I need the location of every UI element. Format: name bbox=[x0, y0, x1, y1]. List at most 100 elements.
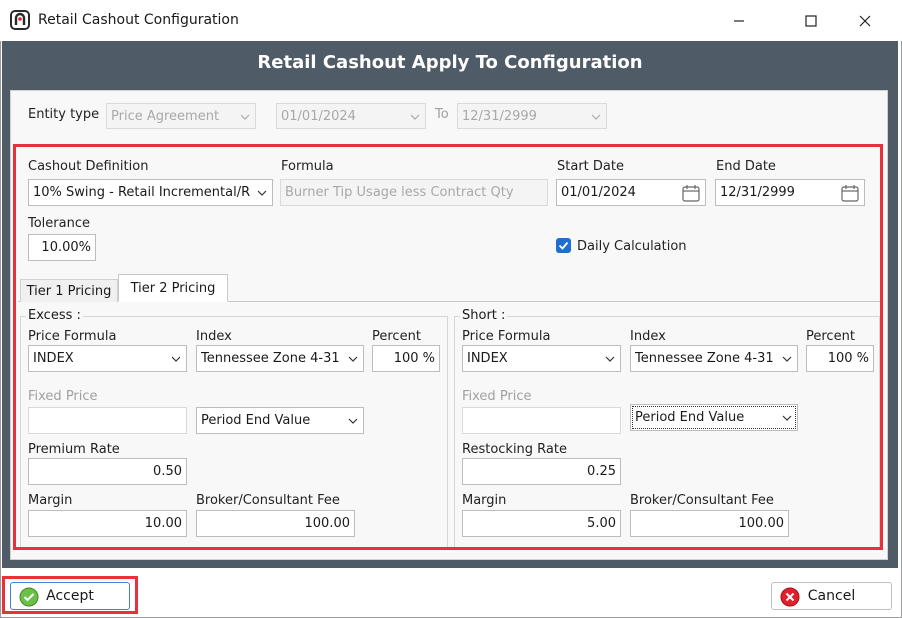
short-group-title: Short : bbox=[460, 308, 508, 323]
app-logo-icon bbox=[10, 10, 30, 30]
start-date-field[interactable]: 01/01/2024 bbox=[556, 179, 706, 206]
excess-percent-label: Percent bbox=[372, 329, 421, 344]
restocking-rate-value: 0.25 bbox=[587, 464, 616, 479]
entity-type-value: Price Agreement bbox=[111, 108, 220, 124]
short-fee-label: Broker/Consultant Fee bbox=[630, 493, 774, 508]
entity-from-date[interactable]: 01/01/2024 bbox=[276, 103, 426, 129]
premium-rate-field[interactable]: 0.50 bbox=[28, 458, 187, 485]
excess-index-value: Tennessee Zone 4-31 bbox=[201, 351, 340, 366]
formula-value: Burner Tip Usage less Contract Qty bbox=[285, 185, 514, 200]
excess-percent-field[interactable]: 100 % bbox=[372, 345, 440, 372]
excess-fixed-price-field bbox=[28, 407, 187, 434]
short-period-value: Period End Value bbox=[635, 410, 745, 425]
tolerance-field[interactable]: 10.00% bbox=[28, 234, 96, 261]
formula-field: Burner Tip Usage less Contract Qty bbox=[280, 179, 548, 206]
title-bar: Retail Cashout Configuration bbox=[0, 0, 902, 41]
short-price-formula-label: Price Formula bbox=[462, 329, 551, 344]
close-button[interactable] bbox=[842, 6, 888, 36]
short-price-formula-value: INDEX bbox=[467, 351, 508, 366]
entity-to-label: To bbox=[435, 107, 449, 122]
chevron-down-icon bbox=[348, 356, 358, 362]
cashout-definition-select[interactable]: 10% Swing - Retail Incremental/R bbox=[28, 179, 273, 206]
tolerance-value: 10.00% bbox=[41, 240, 91, 255]
short-index-select[interactable]: Tennessee Zone 4-31 bbox=[630, 345, 798, 372]
chevron-down-icon bbox=[257, 190, 267, 196]
excess-margin-label: Margin bbox=[28, 493, 73, 508]
excess-margin-value: 10.00 bbox=[144, 516, 182, 531]
close-icon bbox=[859, 15, 871, 27]
chevron-down-icon bbox=[410, 114, 420, 120]
chevron-down-icon bbox=[240, 114, 250, 120]
excess-price-formula-select[interactable]: INDEX bbox=[28, 345, 187, 372]
excess-fee-value: 100.00 bbox=[304, 516, 351, 531]
short-margin-value: 5.00 bbox=[587, 516, 616, 531]
button-bar bbox=[2, 568, 898, 616]
start-date-label: Start Date bbox=[557, 159, 624, 174]
excess-margin-field[interactable]: 10.00 bbox=[28, 510, 187, 537]
minimize-icon bbox=[734, 20, 744, 22]
cashout-definition-value: 10% Swing - Retail Incremental/R bbox=[33, 185, 251, 200]
excess-fixed-price-label: Fixed Price bbox=[28, 389, 98, 404]
short-percent-label: Percent bbox=[806, 329, 855, 344]
short-margin-field[interactable]: 5.00 bbox=[462, 510, 621, 537]
tab-tier-1-pricing[interactable]: Tier 1 Pricing bbox=[20, 279, 118, 302]
cancel-button-label: Cancel bbox=[807, 588, 856, 604]
excess-percent-value: 100 % bbox=[393, 351, 435, 366]
short-fee-field[interactable]: 100.00 bbox=[630, 510, 789, 537]
excess-price-formula-label: Price Formula bbox=[28, 329, 117, 344]
entity-from-date-value: 01/01/2024 bbox=[281, 108, 356, 124]
accept-button-label: Accept bbox=[46, 588, 94, 604]
excess-index-label: Index bbox=[196, 329, 232, 344]
short-price-formula-select[interactable]: INDEX bbox=[462, 345, 621, 372]
start-date-value: 01/01/2024 bbox=[561, 185, 636, 200]
daily-calculation-checkbox[interactable] bbox=[556, 238, 571, 253]
window-title: Retail Cashout Configuration bbox=[38, 12, 239, 28]
short-fee-value: 100.00 bbox=[738, 516, 785, 531]
formula-label: Formula bbox=[281, 159, 334, 174]
excess-price-formula-value: INDEX bbox=[33, 351, 74, 366]
short-period-select[interactable]: Period End Value bbox=[630, 404, 798, 431]
page-title: Retail Cashout Apply To Configuration bbox=[257, 52, 643, 73]
entity-type-label: Entity type bbox=[28, 107, 100, 122]
accept-button[interactable]: Accept bbox=[10, 582, 130, 610]
chevron-down-icon bbox=[591, 114, 601, 120]
excess-period-value: Period End Value bbox=[201, 413, 311, 428]
premium-rate-label: Premium Rate bbox=[28, 442, 120, 457]
short-percent-field[interactable]: 100 % bbox=[806, 345, 874, 372]
end-date-field[interactable]: 12/31/2999 bbox=[715, 179, 865, 206]
calendar-icon[interactable] bbox=[681, 183, 701, 203]
restocking-rate-field[interactable]: 0.25 bbox=[462, 458, 621, 485]
chevron-down-icon bbox=[782, 356, 792, 362]
cancel-button[interactable]: Cancel bbox=[771, 582, 892, 610]
tolerance-label: Tolerance bbox=[28, 216, 90, 231]
short-percent-value: 100 % bbox=[827, 351, 869, 366]
maximize-button[interactable] bbox=[788, 6, 834, 36]
checkmark-icon bbox=[558, 241, 569, 250]
tab-tier-2-label: Tier 2 Pricing bbox=[130, 280, 216, 296]
excess-fee-field[interactable]: 100.00 bbox=[196, 510, 355, 537]
excess-index-select[interactable]: Tennessee Zone 4-31 bbox=[196, 345, 364, 372]
short-index-value: Tennessee Zone 4-31 bbox=[635, 351, 774, 366]
excess-period-select[interactable]: Period End Value bbox=[196, 407, 364, 434]
daily-calculation-label: Daily Calculation bbox=[577, 239, 687, 254]
maximize-icon bbox=[805, 15, 817, 27]
short-fixed-price-field bbox=[462, 407, 621, 434]
entity-to-date[interactable]: 12/31/2999 bbox=[457, 103, 607, 129]
calendar-icon[interactable] bbox=[840, 183, 860, 203]
short-margin-label: Margin bbox=[462, 493, 507, 508]
entity-type-select[interactable]: Price Agreement bbox=[106, 103, 256, 129]
tab-tier-1-label: Tier 1 Pricing bbox=[26, 283, 112, 299]
entity-to-date-value: 12/31/2999 bbox=[462, 108, 537, 124]
chevron-down-icon bbox=[605, 356, 615, 362]
short-index-label: Index bbox=[630, 329, 666, 344]
end-date-value: 12/31/2999 bbox=[720, 185, 795, 200]
chevron-down-icon bbox=[171, 356, 181, 362]
cashout-definition-label: Cashout Definition bbox=[28, 159, 149, 174]
tab-tier-2-pricing[interactable]: Tier 2 Pricing bbox=[118, 274, 228, 302]
excess-group-title: Excess : bbox=[26, 308, 83, 323]
short-fixed-price-label: Fixed Price bbox=[462, 389, 532, 404]
chevron-down-icon bbox=[348, 418, 358, 424]
minimize-button[interactable] bbox=[716, 6, 762, 36]
excess-fee-label: Broker/Consultant Fee bbox=[196, 493, 340, 508]
restocking-rate-label: Restocking Rate bbox=[462, 442, 567, 457]
